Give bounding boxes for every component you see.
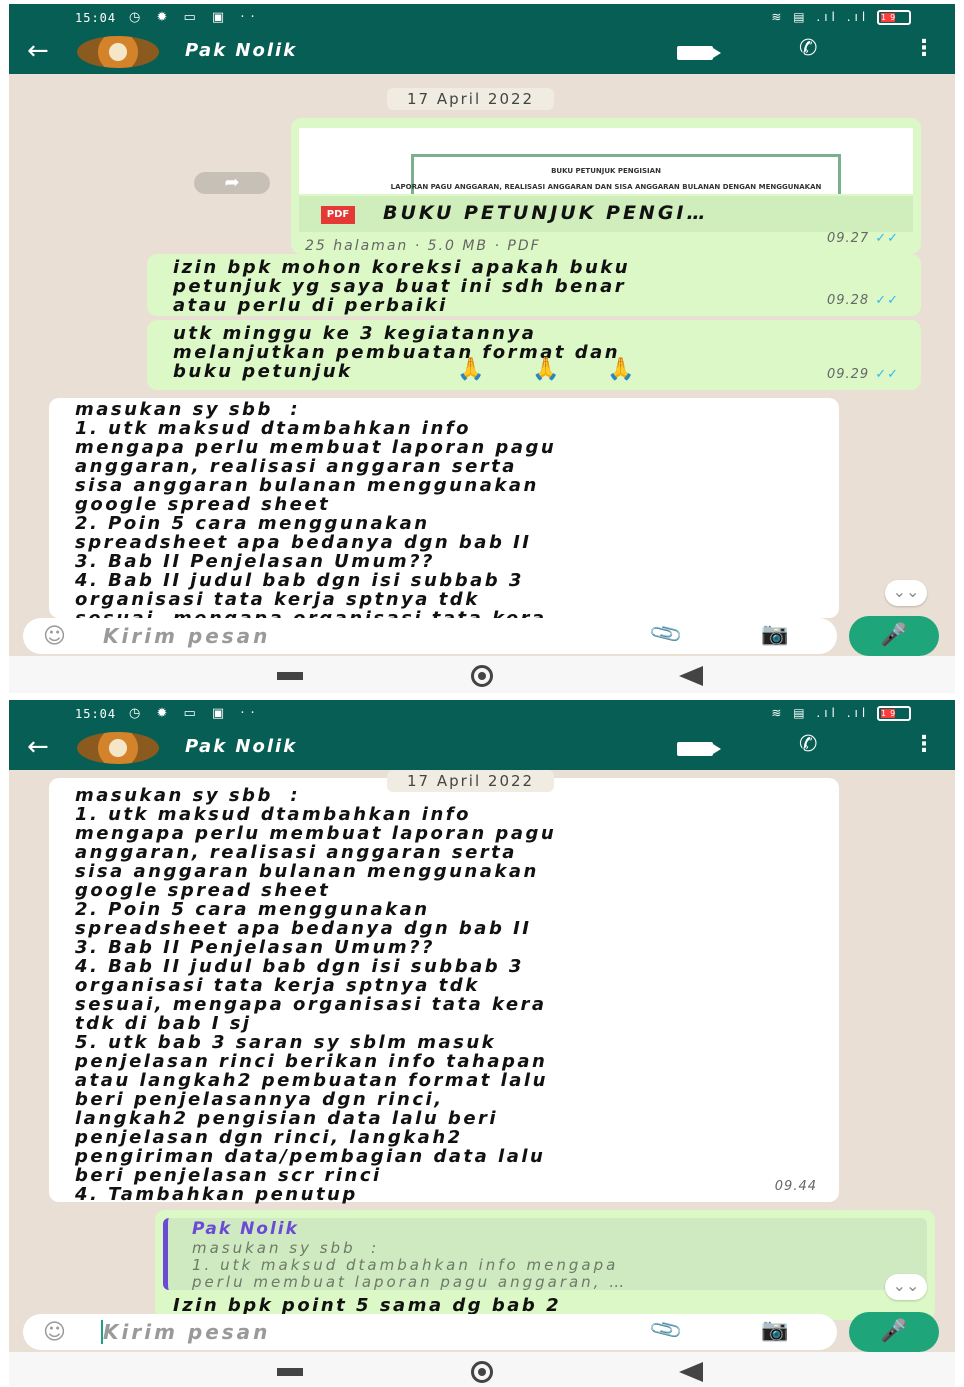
status-time: 15:04 — [75, 11, 117, 25]
pdf-icon: PDF — [321, 206, 355, 224]
quoted-message[interactable]: Pak Nolik masukan sy sbb : 1. utk maksud… — [163, 1218, 927, 1291]
screenshot-bottom: 15:04 ◷ ✹ ▭ ▣ ·· ≋ ▤ .ıl .ıl 19 ← Pak No… — [9, 700, 955, 1386]
message-text: Izin bpk point 5 sama dg bab 2 — [173, 1295, 562, 1316]
message-text: masukan sy sbb : 1. utk maksud dtambahka… — [75, 399, 557, 618]
read-ticks-icon: ✓✓ — [875, 231, 899, 246]
contact-name[interactable]: Pak Nolik — [185, 40, 297, 61]
message-meta: 09.44 — [774, 1179, 817, 1194]
emoji-icon[interactable]: ☺ — [43, 1320, 66, 1345]
notification-icons: ◷ ✹ ▭ ▣ ·· — [129, 10, 261, 25]
back-arrow-icon[interactable]: ← — [27, 732, 49, 762]
scroll-down-button[interactable]: ⌄⌄ — [885, 1274, 927, 1300]
home-button[interactable] — [471, 665, 493, 687]
status-bar: 15:04 ◷ ✹ ▭ ▣ ·· ≋ ▤ .ıl .ıl 19 — [9, 4, 955, 32]
message-bubble-incoming[interactable]: masukan sy sbb : 1. utk maksud dtambahka… — [49, 398, 839, 618]
recents-button[interactable] — [277, 672, 303, 680]
paperclip-icon[interactable]: 📎 — [648, 616, 685, 652]
message-text: masukan sy sbb : 1. utk maksud dtambahka… — [75, 785, 557, 1205]
signal-icons: ≋ ▤ .ıl .ıl 19 — [771, 10, 911, 25]
video-call-icon[interactable] — [677, 46, 721, 60]
forward-icon[interactable]: ➦ — [194, 172, 270, 194]
message-input[interactable]: Kirim pesan — [103, 624, 270, 648]
avatar[interactable] — [77, 732, 159, 764]
chat-header: ← Pak Nolik ✆ ⋮ — [9, 32, 955, 74]
notification-icons: ◷ ✹ ▭ ▣ ·· — [129, 706, 261, 721]
more-vert-icon[interactable]: ⋮ — [913, 732, 935, 757]
message-bubble-incoming[interactable]: masukan sy sbb : 1. utk maksud dtambahka… — [49, 778, 839, 1205]
battery-icon: 19 — [877, 10, 911, 25]
paperclip-icon[interactable]: 📎 — [648, 1312, 685, 1348]
document-name: BUKU PETUNJUK PENGI… — [383, 202, 709, 224]
document-message[interactable]: BUKU PETUNJUK PENGISIAN LAPORAN PAGU ANG… — [291, 118, 921, 254]
message-bubble-outgoing[interactable]: izin bpk mohon koreksi apakah buku petun… — [147, 254, 921, 316]
video-call-icon[interactable] — [677, 742, 721, 756]
screenshot-top: 15:04 ◷ ✹ ▭ ▣ ·· ≋ ▤ .ıl .ıl 19 ← Pak No… — [9, 4, 955, 693]
signal-icons: ≋ ▤ .ıl .ıl 19 — [771, 706, 911, 721]
message-bubble-outgoing[interactable]: Pak Nolik masukan sy sbb : 1. utk maksud… — [155, 1210, 935, 1320]
contact-name[interactable]: Pak Nolik — [185, 736, 297, 757]
emoji-icon[interactable]: ☺ — [43, 624, 66, 649]
message-meta: 09.27 ✓✓ — [826, 231, 899, 246]
more-vert-icon[interactable]: ⋮ — [913, 36, 935, 61]
back-arrow-icon[interactable]: ← — [27, 36, 49, 66]
preview-subtitle: LAPORAN PAGU ANGGARAN, REALISASI ANGGARA… — [390, 183, 822, 191]
message-input[interactable]: Kirim pesan — [103, 1320, 270, 1344]
date-chip: 17 April 2022 — [387, 88, 555, 110]
scroll-down-button[interactable]: ⌄⌄ — [885, 580, 927, 606]
chat-header: ← Pak Nolik ✆ ⋮ — [9, 728, 955, 770]
message-input-bar[interactable]: ☺ Kirim pesan 📎 📷 — [23, 1312, 837, 1350]
quoted-sender: Pak Nolik — [192, 1219, 299, 1239]
mic-icon: 🎤 — [880, 1319, 908, 1344]
date-chip: 17 April 2022 — [387, 770, 555, 792]
quoted-text: masukan sy sbb : 1. utk maksud dtambahka… — [192, 1239, 628, 1291]
avatar[interactable] — [77, 36, 159, 68]
status-time: 15:04 — [75, 707, 117, 721]
mic-button[interactable]: 🎤 — [849, 616, 939, 656]
message-text: izin bpk mohon koreksi apakah buku petun… — [173, 257, 631, 316]
document-name-bar[interactable]: PDF BUKU PETUNJUK PENGI… — [299, 196, 913, 232]
phone-icon[interactable]: ✆ — [799, 732, 817, 757]
system-nav-bar — [9, 1352, 955, 1386]
pray-emoji: 🙏 🙏 🙏 — [457, 357, 655, 382]
system-back-button[interactable] — [679, 1362, 703, 1382]
message-meta: 09.29 ✓✓ — [826, 367, 899, 382]
mic-button[interactable]: 🎤 — [849, 1312, 939, 1352]
document-preview[interactable]: BUKU PETUNJUK PENGISIAN LAPORAN PAGU ANG… — [299, 128, 913, 194]
read-ticks-icon: ✓✓ — [875, 367, 899, 382]
status-bar: 15:04 ◷ ✹ ▭ ▣ ·· ≋ ▤ .ıl .ıl 19 — [9, 700, 955, 728]
camera-icon[interactable]: 📷 — [761, 1318, 788, 1343]
battery-icon: 19 — [877, 706, 911, 721]
home-button[interactable] — [471, 1361, 493, 1383]
phone-icon[interactable]: ✆ — [799, 36, 817, 61]
read-ticks-icon: ✓✓ — [875, 293, 899, 308]
system-back-button[interactable] — [679, 666, 703, 686]
message-bubble-outgoing[interactable]: utk minggu ke 3 kegiatannya melanjutkan … — [147, 320, 921, 390]
mic-icon: 🎤 — [880, 623, 908, 648]
message-meta: 09.28 ✓✓ — [826, 293, 899, 308]
recents-button[interactable] — [277, 1368, 303, 1376]
camera-icon[interactable]: 📷 — [761, 622, 788, 647]
system-nav-bar — [9, 656, 955, 693]
message-input-bar[interactable]: ☺ Kirim pesan 📎 📷 — [23, 616, 837, 654]
